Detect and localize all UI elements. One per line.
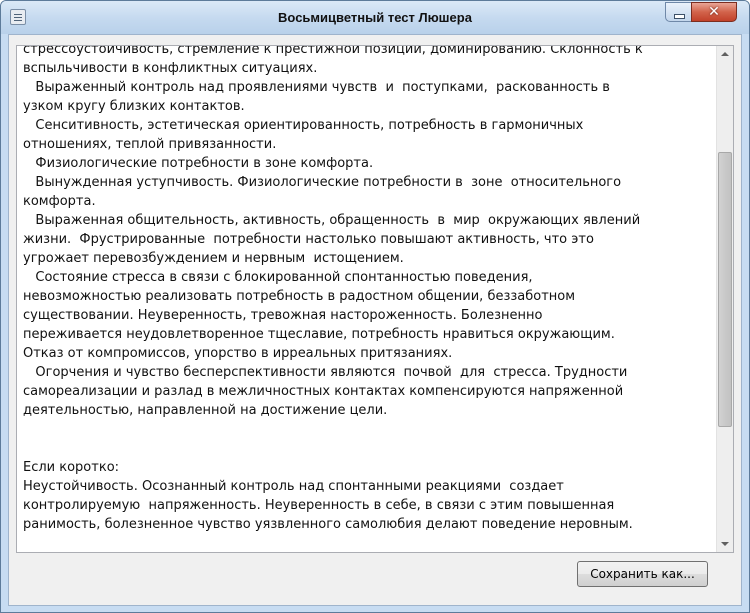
minimize-button[interactable] <box>665 2 692 22</box>
text-line: невозможностью реализовать потребность в… <box>23 289 576 304</box>
text-line: Выраженная общительность, активность, об… <box>23 213 641 228</box>
text-line: Выраженный контроль над проявлениями чув… <box>23 80 610 95</box>
text-line: существовании. Неуверенность, тревожная … <box>23 308 543 323</box>
text-line: ранимость, болезненное чувство уязвленно… <box>23 517 633 532</box>
close-icon: ✕ <box>708 4 720 20</box>
text-line: Сенситивность, эстетическая ориентирован… <box>23 118 584 133</box>
text-line: стрессоустойчивость, стремление к прести… <box>23 45 643 57</box>
title-bar[interactable]: Восьмицветный тест Люшера ✕ <box>1 1 749 34</box>
text-line: отношениях, теплой привязанности. <box>23 137 277 152</box>
text-line: деятельностью, направленной на достижени… <box>23 403 388 418</box>
arrow-down-icon <box>721 542 729 546</box>
text-line: Состояние стресса в связи с блокированно… <box>23 270 533 285</box>
scroll-down-button[interactable] <box>717 535 733 552</box>
app-window: Восьмицветный тест Люшера ✕ стрессоустой… <box>0 0 750 613</box>
text-line: комфорта. <box>23 194 96 209</box>
scroll-thumb[interactable] <box>718 151 732 427</box>
text-line: жизни. Фрустрированные потребности насто… <box>23 232 594 247</box>
result-text-box[interactable]: стрессоустойчивость, стремление к прести… <box>16 45 734 553</box>
text-line: Вынужденная уступчивость. Физиологически… <box>23 175 622 190</box>
text-line: Если коротко: <box>23 460 120 475</box>
vertical-scrollbar[interactable] <box>716 46 733 552</box>
text-line <box>23 420 716 439</box>
window-title: Восьмицветный тест Люшера <box>278 10 472 25</box>
arrow-up-icon <box>721 52 729 56</box>
text-line: Огорчения и чувство бесперспективности я… <box>23 365 628 380</box>
text-line: узком кругу близких контактов. <box>23 99 245 114</box>
text-line: контролируемую напряженность. Неуверенно… <box>23 498 615 513</box>
close-button[interactable]: ✕ <box>691 2 737 22</box>
text-line: Физиологические потребности в зоне комфо… <box>23 156 374 171</box>
text-line: переживается неудовлетворенное тщеславие… <box>23 327 615 342</box>
scroll-up-button[interactable] <box>717 46 733 63</box>
text-line: Неустойчивость. Осознанный контроль над … <box>23 479 564 494</box>
result-text: стрессоустойчивость, стремление к прести… <box>23 45 716 534</box>
text-line: Отказ от компромиссов, упорство в ирреал… <box>23 346 453 361</box>
save-as-button[interactable]: Сохранить как... <box>577 561 708 587</box>
text-line: вспыльчивости в конфликтных ситуациях. <box>23 61 318 76</box>
text-line: угрожает перевозбуждением и нервным исто… <box>23 251 404 266</box>
text-line: самореализации и разлад в межличностных … <box>23 384 624 399</box>
text-line <box>23 439 716 458</box>
client-area: стрессоустойчивость, стремление к прести… <box>8 34 742 606</box>
